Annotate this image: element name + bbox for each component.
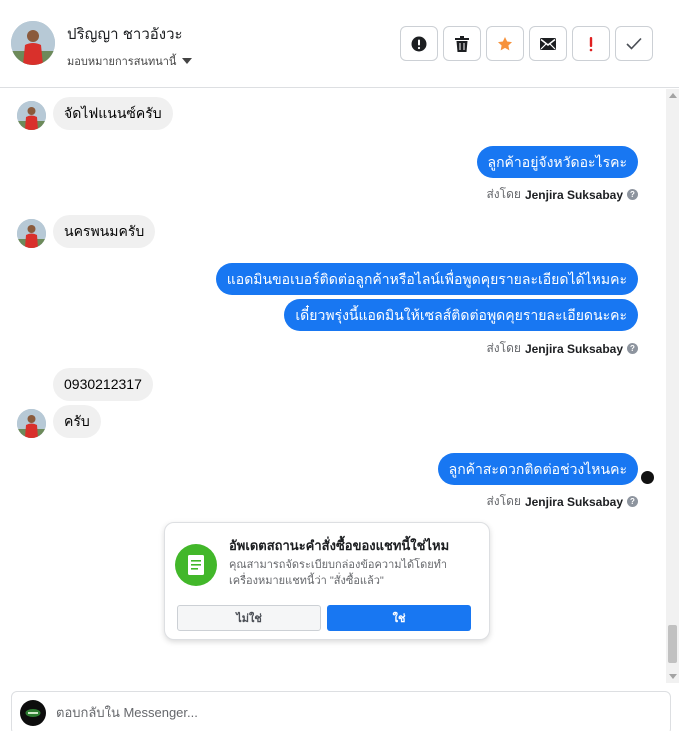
sent-by-prefix: ส่งโดย <box>486 341 521 355</box>
sent-by-label: ส่งโดย Jenjira Suksabay ? <box>486 492 638 511</box>
exclamation-circle-icon <box>411 36 427 51</box>
mark-unread-button[interactable] <box>529 26 567 61</box>
sent-by-agent: Jenjira Suksabay <box>524 187 623 202</box>
contact-avatar[interactable] <box>11 21 55 65</box>
no-button[interactable]: ไม่ใช่ <box>177 605 321 631</box>
message-thread[interactable]: จัดไฟแนนซ์ครับ ลูกค้าอยู่จังหวัดอะไรคะ ส… <box>0 89 666 683</box>
sent-by-agent: Jenjira Suksabay <box>524 494 623 509</box>
reply-input[interactable] <box>56 705 636 720</box>
conversation-header: ปริญญา ชาวอังวะ มอบหมายการสนทนานี้ <box>0 0 679 88</box>
check-icon <box>626 37 642 50</box>
contact-avatar-small <box>17 101 46 130</box>
receipt-icon <box>175 544 217 586</box>
contact-avatar-small <box>17 219 46 248</box>
reply-box <box>11 691 671 731</box>
order-card-title: อัพเดตสถานะคำสั่งซื้อของแชทนี้ใช่ไหม <box>229 538 450 553</box>
order-status-card: อัพเดตสถานะคำสั่งซื้อของแชทนี้ใช่ไหม คุณ… <box>164 522 490 640</box>
trash-icon <box>455 35 469 52</box>
delete-button[interactable] <box>443 26 481 61</box>
yes-button[interactable]: ใช่ <box>327 605 471 631</box>
page-avatar <box>20 700 46 726</box>
help-icon[interactable]: ? <box>627 343 638 354</box>
scroll-up-arrow-icon[interactable] <box>669 93 677 98</box>
sent-by-prefix: ส่งโดย <box>486 187 521 201</box>
chat-scrollbar[interactable] <box>666 89 679 683</box>
message-outgoing: เดี๋ยวพรุ่งนี้แอดมินให้เซลส์ติดต่อพูดคุย… <box>284 299 638 331</box>
help-icon[interactable]: ? <box>627 496 638 507</box>
mark-done-button[interactable] <box>615 26 653 61</box>
message-incoming: จัดไฟแนนซ์ครับ <box>53 97 173 130</box>
sent-by-label: ส่งโดย Jenjira Suksabay ? <box>486 185 638 204</box>
contact-name: ปริญญา ชาวอังวะ <box>67 26 183 43</box>
message-outgoing: ลูกค้าอยู่จังหวัดอะไรคะ <box>476 146 638 178</box>
message-outgoing: แอดมินขอเบอร์ติดต่อลูกค้าหรือไลน์เพื่อพู… <box>215 263 638 295</box>
message-outgoing: ลูกค้าสะดวกติดต่อช่วงไหนคะ <box>437 453 638 485</box>
sent-by-prefix: ส่งโดย <box>486 494 521 508</box>
help-icon[interactable]: ? <box>627 189 638 200</box>
spam-report-button[interactable] <box>400 26 438 61</box>
message-incoming: ครับ <box>53 405 101 438</box>
star-icon <box>498 36 512 50</box>
contact-avatar-small <box>17 409 46 438</box>
caret-down-icon <box>182 58 193 64</box>
message-incoming: นครพนมครับ <box>53 215 156 248</box>
envelope-icon <box>540 37 556 50</box>
star-button[interactable] <box>486 26 524 61</box>
message-incoming: 0930212317 <box>53 368 153 401</box>
scroll-thumb[interactable] <box>668 625 677 663</box>
assign-label: มอบหมายการสนทนานี้ <box>67 56 177 68</box>
sent-by-agent: Jenjira Suksabay <box>524 341 623 356</box>
conversation-actions <box>400 26 653 61</box>
exclamation-icon <box>589 36 593 51</box>
seen-avatar-icon <box>641 471 654 484</box>
sent-by-label: ส่งโดย Jenjira Suksabay ? <box>486 339 638 358</box>
follow-up-button[interactable] <box>572 26 610 61</box>
order-card-description: คุณสามารถจัดระเบียบกล่องข้อความได้โดยทำเ… <box>229 559 448 587</box>
scroll-down-arrow-icon[interactable] <box>669 674 677 679</box>
assign-conversation-dropdown[interactable]: มอบหมายการสนทนานี้ <box>67 52 193 70</box>
